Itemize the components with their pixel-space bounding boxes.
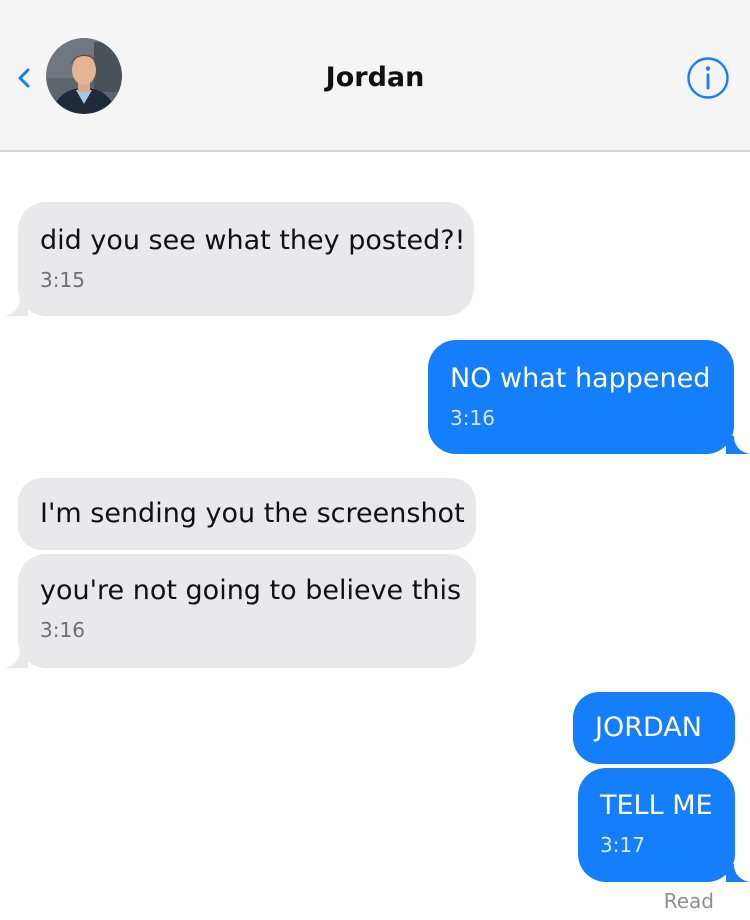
- info-button[interactable]: [686, 56, 730, 100]
- message-bubble-incoming[interactable]: did you see what they posted?! 3:15: [18, 202, 474, 316]
- bubble-tail-incoming: [4, 298, 28, 316]
- chat-screen: Jordan did you see what they posted?! 3:…: [0, 0, 750, 920]
- message-time: 3:16: [450, 406, 495, 430]
- message-bubble-outgoing[interactable]: JORDAN: [573, 692, 735, 764]
- message-text: NO what happened: [450, 363, 711, 394]
- message-bubble-incoming[interactable]: I'm sending you the screenshot: [18, 478, 476, 550]
- message-bubble-outgoing[interactable]: NO what happened 3:16: [428, 340, 734, 454]
- message-time: 3:15: [40, 268, 85, 292]
- info-icon: [687, 57, 729, 99]
- message-text: you're not going to believe this: [40, 575, 462, 606]
- message-time: 3:16: [40, 618, 85, 642]
- message-text: did you see what they posted?!: [40, 225, 466, 256]
- chat-header: Jordan: [0, 0, 750, 152]
- message-bubble-incoming[interactable]: you're not going to believe this 3:16: [18, 554, 476, 668]
- message-bubble-outgoing[interactable]: TELL ME 3:17: [578, 768, 735, 882]
- bubble-tail-incoming: [4, 650, 28, 668]
- bubble-tail-outgoing: [726, 864, 750, 882]
- message-time: 3:17: [600, 833, 645, 857]
- message-text: JORDAN: [595, 712, 702, 743]
- bubble-tail-outgoing: [726, 436, 750, 454]
- message-text: TELL ME: [600, 790, 713, 821]
- contact-name[interactable]: Jordan: [0, 58, 750, 98]
- message-text: I'm sending you the screenshot: [40, 498, 465, 529]
- read-receipt: Read: [663, 889, 714, 913]
